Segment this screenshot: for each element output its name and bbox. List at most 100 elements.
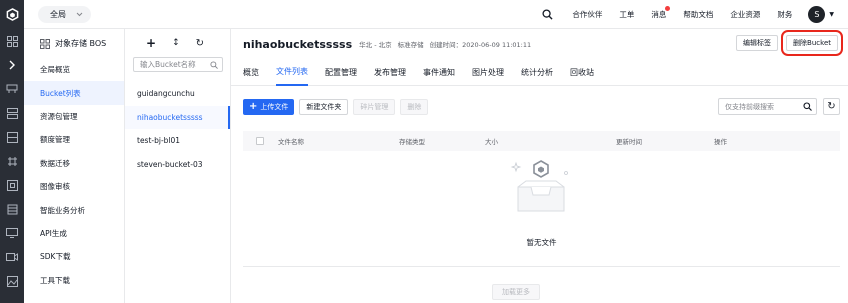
add-bucket-icon[interactable]: +: [146, 36, 156, 50]
cube-logo-icon: [6, 7, 18, 21]
search-icon[interactable]: [210, 60, 218, 69]
bucket-search-input[interactable]: 输入Bucket名称: [133, 57, 223, 72]
apps-grid-icon[interactable]: [40, 38, 50, 49]
tab-image-process[interactable]: 图片处理: [472, 59, 504, 86]
prefix-search-placeholder: 仅支持前缀搜索: [725, 102, 774, 111]
col-update-time: 更新时间: [616, 138, 642, 146]
tab-file-list[interactable]: 文件列表: [276, 59, 308, 86]
refresh-button[interactable]: ↻: [823, 98, 840, 115]
help-docs-link[interactable]: 帮助文档: [683, 9, 713, 20]
bucket-panel: + ↕ ↻ 输入Bucket名称 guidangcunchu nihaobuck…: [125, 29, 231, 303]
cloud-logo[interactable]: [0, 0, 24, 29]
messages-link[interactable]: 消息: [651, 6, 671, 20]
select-all-checkbox[interactable]: [256, 137, 264, 145]
tab-event-notify[interactable]: 事件通知: [423, 59, 455, 86]
bucket-created-time: 创建时间：2020-06-09 11:01:11: [429, 41, 532, 49]
file-toolbar: + 上传文件 新建文件夹 碎片管理 删除 仅支持前缀搜索 ↻: [243, 98, 840, 115]
refresh-icon[interactable]: ↻: [196, 38, 204, 49]
messages-label: 消息: [651, 10, 667, 19]
load-more-button[interactable]: 加载更多: [492, 284, 540, 300]
sidenav-item-migration[interactable]: 数据迁移: [24, 152, 124, 175]
col-size: 大小: [485, 138, 498, 146]
product-icon-bar: [0, 29, 24, 303]
refresh-icon: ↻: [827, 101, 836, 112]
sidenav-item-sdk-download[interactable]: SDK下载: [24, 245, 124, 268]
sidenav-item-analytics[interactable]: 智能业务分析: [24, 198, 124, 221]
tab-recycle-bin[interactable]: 回收站: [570, 59, 594, 86]
chevron-down-icon: [76, 12, 83, 16]
sidenav-item-resource-packages[interactable]: 资源包管理: [24, 105, 124, 128]
region-selector[interactable]: 全局: [38, 5, 91, 23]
tab-config[interactable]: 配置管理: [325, 59, 357, 86]
file-table: 文件名称 存储类型 大小 更新时间 操作 暂无文件: [243, 131, 840, 267]
network-icon[interactable]: [0, 77, 24, 101]
enterprise-resources-link[interactable]: 企业资源: [730, 9, 760, 20]
sidenav-item-tools-download[interactable]: 工具下载: [24, 269, 124, 292]
bucket-title: nihaobucketsssss: [243, 37, 353, 51]
avatar[interactable]: S: [808, 6, 826, 23]
empty-box-illustration: [510, 160, 568, 212]
fragment-manage-button[interactable]: 碎片管理: [353, 98, 396, 115]
sidenav-item-quota[interactable]: 额度管理: [24, 128, 124, 151]
empty-text: 暂无文件: [526, 238, 557, 247]
bucket-item-selected[interactable]: nihaobucketsssss: [125, 105, 230, 130]
tab-publish[interactable]: 发布管理: [374, 59, 406, 86]
region-label: 全局: [50, 9, 66, 19]
col-storage-type: 存储类型: [399, 138, 425, 146]
search-icon[interactable]: [542, 9, 553, 20]
upload-label: 上传文件: [260, 102, 289, 111]
monitor-icon[interactable]: [0, 221, 24, 245]
product-sidenav: 对象存储 BOS 全局概览 Bucket列表 资源包管理 额度管理 数据迁移 图…: [24, 29, 125, 303]
sidenav-item-overview[interactable]: 全局概览: [24, 58, 124, 81]
server-icon[interactable]: [0, 101, 24, 125]
product-title-text: 对象存储 BOS: [55, 39, 107, 48]
apps-icon[interactable]: [0, 173, 24, 197]
bucket-header: nihaobucketsssss 华北 - 北京 标准存储 创建时间：2020-…: [231, 29, 848, 59]
top-right-nav: 合作伙伴 工单 消息 帮助文档 企业资源 财务 S ▼: [542, 0, 834, 29]
sidenav-item-image-audit[interactable]: 图像审核: [24, 175, 124, 198]
bucket-item[interactable]: guidangcunchu: [125, 82, 230, 106]
expand-arrow-icon[interactable]: [0, 53, 24, 77]
command-icon[interactable]: [0, 149, 24, 173]
delete-bucket-button[interactable]: 删除Bucket: [781, 30, 843, 56]
finance-link[interactable]: 财务: [777, 9, 792, 20]
main-content: nihaobucketsssss 华北 - 北京 标准存储 创建时间：2020-…: [231, 29, 848, 303]
image-icon[interactable]: [0, 269, 24, 293]
partners-link[interactable]: 合作伙伴: [572, 9, 602, 20]
bucket-item[interactable]: test-bj-bl01: [125, 129, 230, 153]
sidenav-item-api-generate[interactable]: API生成: [24, 222, 124, 245]
sidenav-item-bucket-list[interactable]: Bucket列表: [24, 81, 124, 105]
upload-file-button[interactable]: + 上传文件: [243, 98, 295, 115]
search-icon[interactable]: [803, 102, 812, 111]
sort-icon[interactable]: ↕: [172, 38, 180, 48]
notification-badge: [665, 6, 671, 11]
tab-statistics[interactable]: 统计分析: [521, 59, 553, 86]
grid-icon[interactable]: [0, 29, 24, 53]
bucket-item[interactable]: steven-bucket-03: [125, 153, 230, 177]
top-bar: 全局 合作伙伴 工单 消息 帮助文档 企业资源 财务 S ▼: [0, 0, 848, 29]
video-icon[interactable]: [0, 245, 24, 269]
edit-tags-button[interactable]: 编辑标签: [736, 35, 779, 51]
avatar-caret-icon[interactable]: ▼: [829, 11, 834, 18]
new-folder-button[interactable]: 新建文件夹: [299, 98, 349, 115]
bucket-tabs: 概览 文件列表 配置管理 发布管理 事件通知 图片处理 统计分析 回收站: [231, 59, 848, 86]
product-title: 对象存储 BOS: [24, 29, 124, 58]
bucket-meta: 华北 - 北京 标准存储 创建时间：2020-06-09 11:01:11: [359, 39, 531, 49]
bucket-tools: + ↕ ↻: [125, 29, 230, 57]
table-header: 文件名称 存储类型 大小 更新时间 操作: [243, 131, 840, 151]
bucket-region: 华北 - 北京: [359, 41, 392, 49]
bucket-storage-class: 标准存储: [397, 41, 424, 49]
empty-state: 暂无文件: [243, 151, 840, 267]
bucket-search-placeholder: 输入Bucket名称: [140, 60, 196, 69]
database-icon[interactable]: [0, 197, 24, 221]
tab-overview[interactable]: 概览: [243, 59, 259, 86]
delete-button[interactable]: 删除: [400, 98, 429, 115]
storage-icon[interactable]: [0, 125, 24, 149]
col-actions: 操作: [714, 138, 727, 146]
ticket-link[interactable]: 工单: [619, 9, 634, 20]
prefix-search-input[interactable]: 仅支持前缀搜索: [718, 98, 817, 115]
plus-icon: +: [249, 101, 258, 112]
col-file-name: 文件名称: [278, 138, 304, 146]
header-actions: 编辑标签 删除Bucket: [736, 30, 843, 56]
toolbar-right: 仅支持前缀搜索 ↻: [718, 98, 840, 115]
